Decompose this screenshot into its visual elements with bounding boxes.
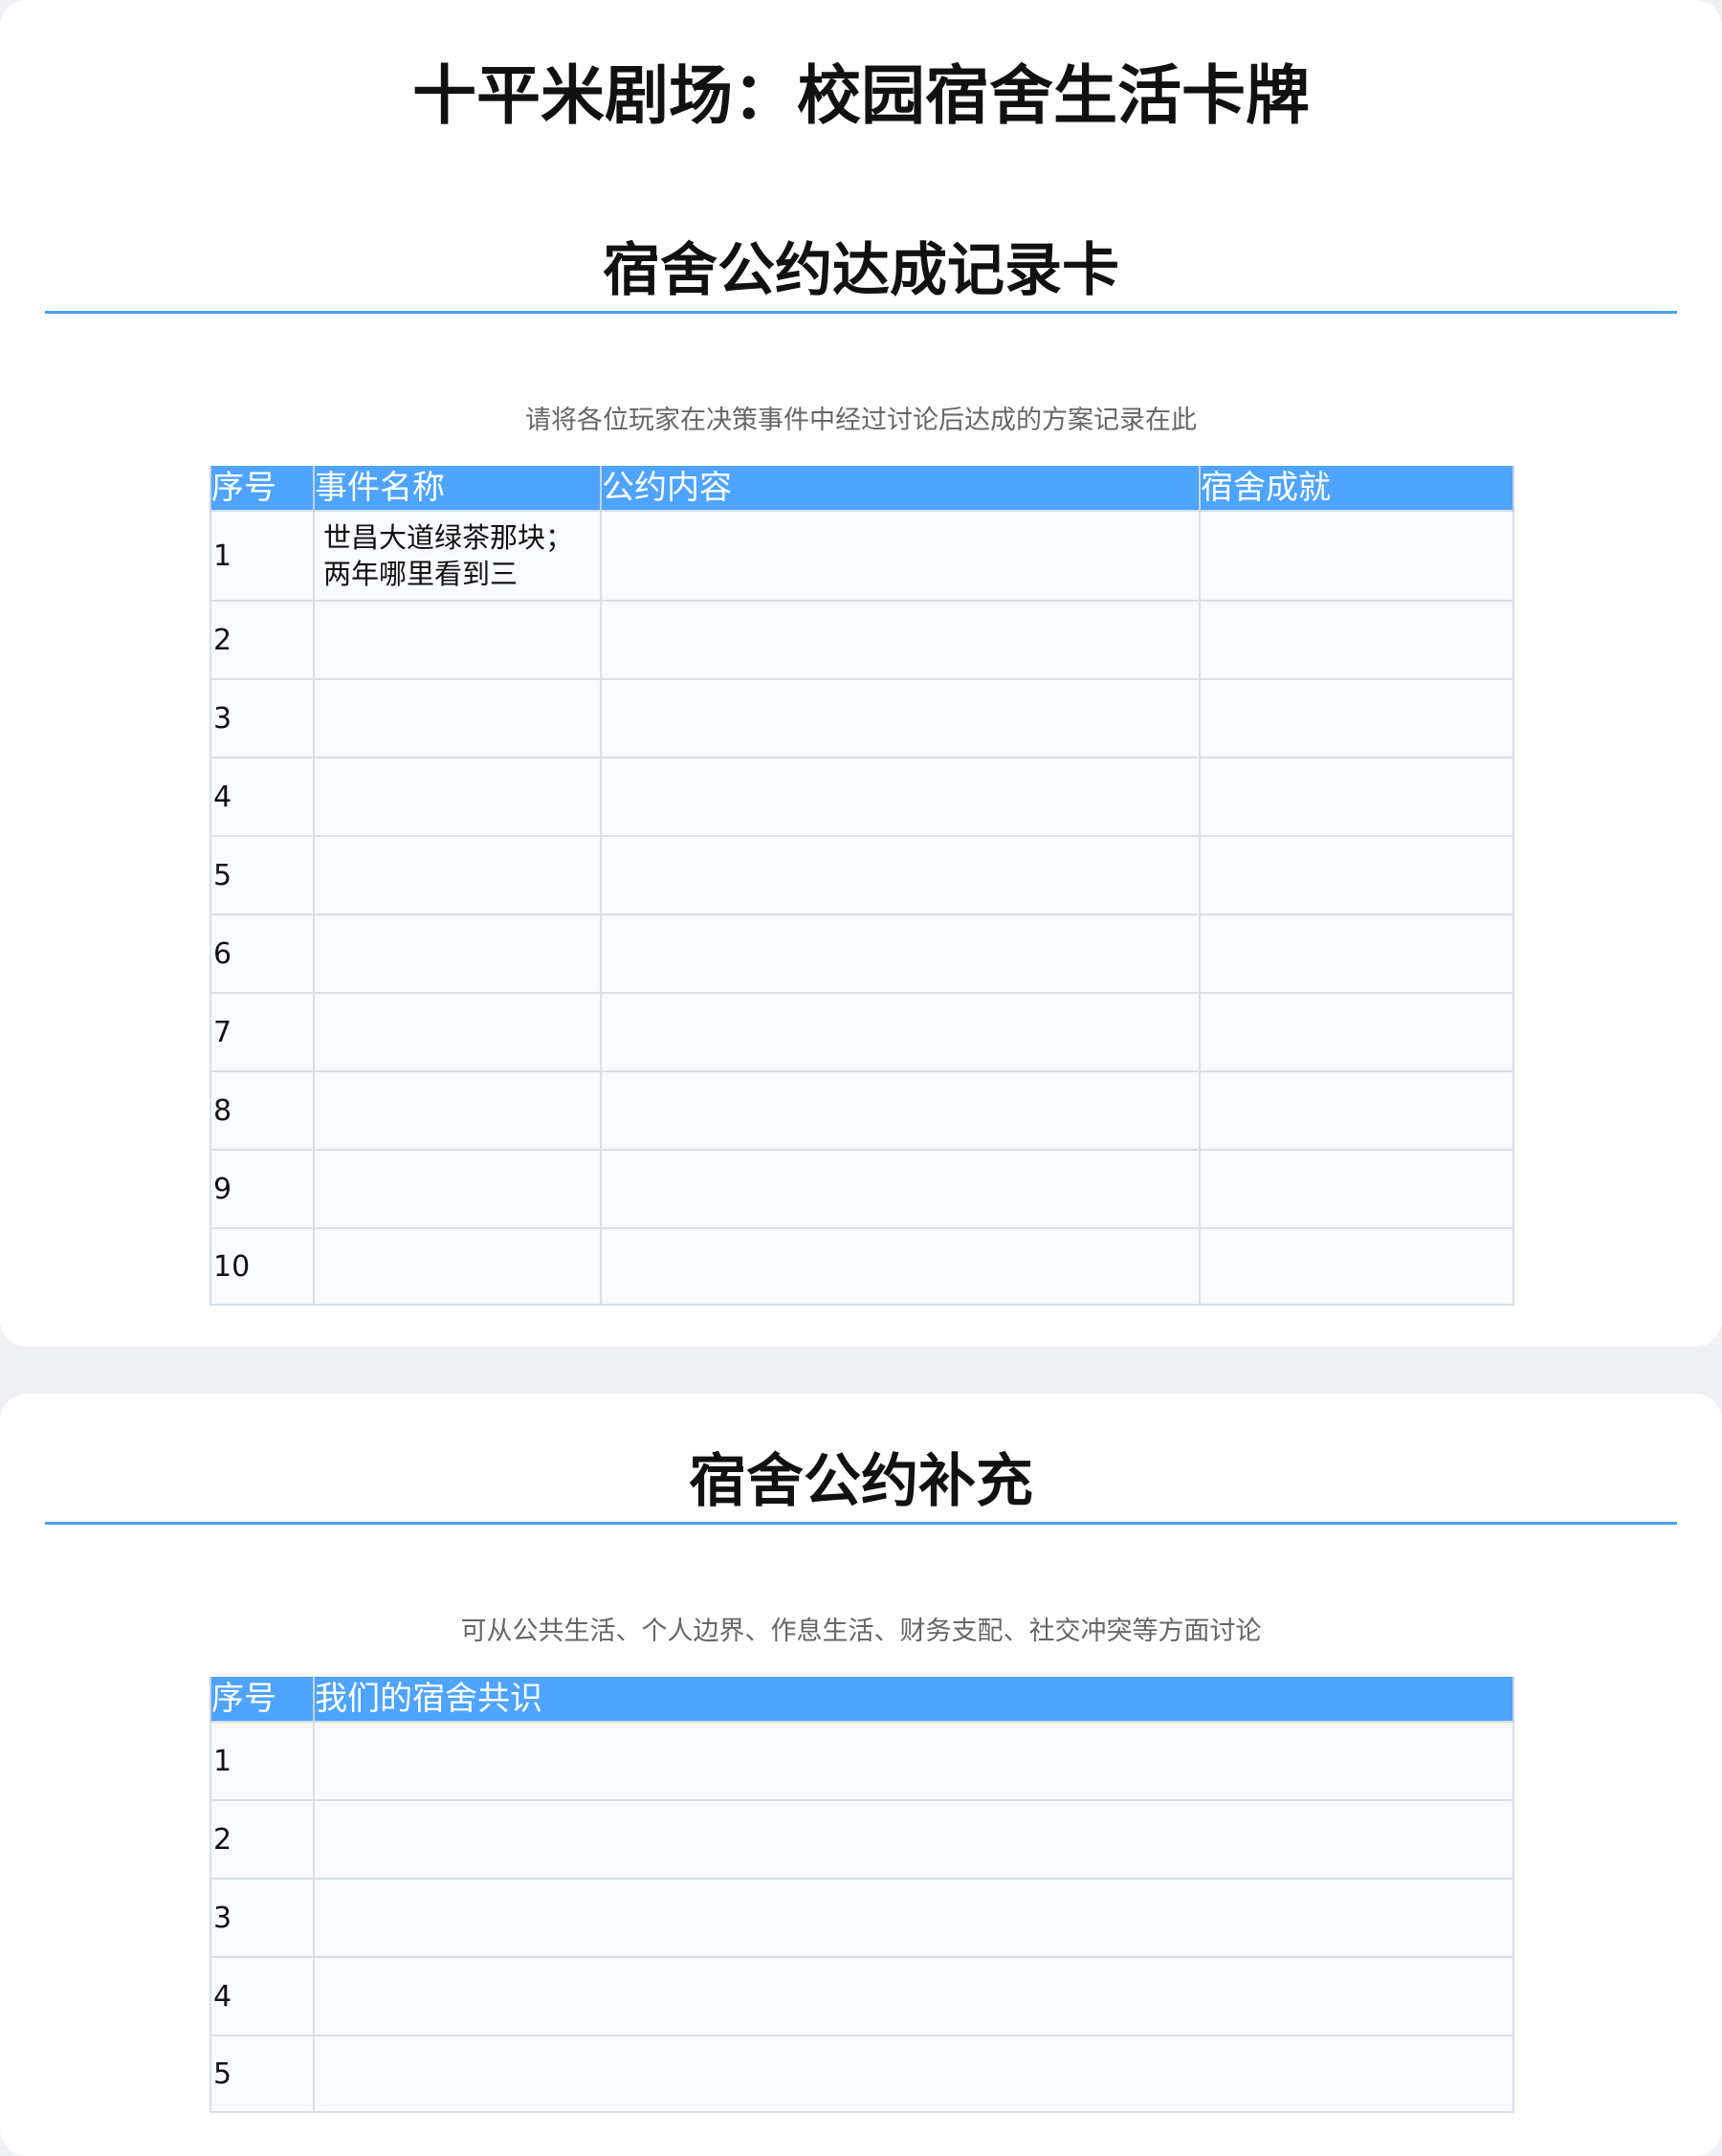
agreement-content-cell[interactable] xyxy=(600,510,1201,602)
agreement-content-cell[interactable] xyxy=(600,678,1201,759)
dorm-achievement-cell[interactable] xyxy=(1199,678,1514,759)
row-number: 9 xyxy=(210,1149,315,1229)
event-name-cell[interactable] xyxy=(313,1070,602,1151)
table-row: 6 xyxy=(210,913,1514,994)
agreement-content-cell[interactable] xyxy=(600,1149,1201,1229)
table-row: 4 xyxy=(210,757,1514,837)
column-header-agreement-content: 公约内容 xyxy=(600,466,1201,511)
event-name-cell[interactable] xyxy=(313,992,602,1072)
table-row: 3 xyxy=(210,678,1514,759)
table-row: 2 xyxy=(210,600,1514,680)
column-header-dorm-consensus: 我们的宿舍共识 xyxy=(313,1677,1514,1722)
event-name-cell[interactable] xyxy=(313,835,602,915)
dorm-achievement-cell[interactable] xyxy=(1199,835,1514,915)
row-number: 1 xyxy=(210,510,315,602)
consensus-cell[interactable] xyxy=(313,1878,1514,1958)
row-number: 4 xyxy=(210,757,315,837)
row-number: 3 xyxy=(210,1878,315,1958)
table-row: 3 xyxy=(210,1878,1514,1958)
row-number: 7 xyxy=(210,992,315,1072)
agreement-record-card: 十平米剧场：校园宿舍生活卡牌 宿舍公约达成记录卡 请将各位玩家在决策事件中经过讨… xyxy=(0,0,1722,1347)
row-number: 5 xyxy=(210,2035,315,2113)
dorm-achievement-cell[interactable] xyxy=(1199,600,1514,680)
column-header-event-name: 事件名称 xyxy=(313,466,602,511)
dorm-achievement-cell[interactable] xyxy=(1199,510,1514,602)
agreement-content-cell[interactable] xyxy=(600,913,1201,994)
row-number: 8 xyxy=(210,1070,315,1151)
dorm-achievement-cell[interactable] xyxy=(1199,1149,1514,1229)
consensus-cell[interactable] xyxy=(313,1799,1514,1880)
column-header-number: 序号 xyxy=(210,1677,315,1722)
event-name-cell[interactable] xyxy=(313,913,602,994)
row-number: 1 xyxy=(210,1721,315,1801)
section-divider xyxy=(45,311,1677,314)
section-title-agreement-supplement: 宿舍公约补充 xyxy=(689,1448,1033,1515)
agreement-content-cell[interactable] xyxy=(600,992,1201,1072)
table-row: 5 xyxy=(210,2035,1514,2113)
agreement-record-table: 序号 事件名称 公约内容 宿舍成就 1 世昌大道绿茶那块；两年哪里看到三 2 3 xyxy=(210,466,1514,1306)
dorm-achievement-cell[interactable] xyxy=(1199,1227,1514,1306)
table-row: 9 xyxy=(210,1149,1514,1229)
section-divider xyxy=(45,1522,1677,1525)
event-name-cell[interactable] xyxy=(313,1227,602,1306)
table-header-row: 序号 我们的宿舍共识 xyxy=(210,1677,1514,1722)
table-row: 4 xyxy=(210,1956,1514,2036)
consensus-cell[interactable] xyxy=(313,1956,1514,2036)
dorm-achievement-cell[interactable] xyxy=(1199,992,1514,1072)
event-name-cell[interactable] xyxy=(313,1149,602,1229)
section-subtitle: 可从公共生活、个人边界、作息生活、财务支配、社交冲突等方面讨论 xyxy=(460,1617,1262,1646)
consensus-cell[interactable] xyxy=(313,2035,1514,2113)
table-row: 5 xyxy=(210,835,1514,915)
row-number: 2 xyxy=(210,600,315,680)
agreement-content-cell[interactable] xyxy=(600,757,1201,837)
row-number: 3 xyxy=(210,678,315,759)
row-number: 10 xyxy=(210,1227,315,1306)
table-row: 10 xyxy=(210,1227,1514,1306)
dorm-consensus-table: 序号 我们的宿舍共识 1 2 3 4 5 xyxy=(210,1677,1514,2113)
column-header-dorm-achievement: 宿舍成就 xyxy=(1199,466,1514,511)
table-header-row: 序号 事件名称 公约内容 宿舍成就 xyxy=(210,466,1514,511)
dorm-achievement-cell[interactable] xyxy=(1199,913,1514,994)
event-name-cell[interactable] xyxy=(313,600,602,680)
agreement-content-cell[interactable] xyxy=(600,1227,1201,1306)
event-name-cell[interactable]: 世昌大道绿茶那块；两年哪里看到三 xyxy=(313,510,602,602)
row-number: 6 xyxy=(210,913,315,994)
row-number: 2 xyxy=(210,1799,315,1880)
table-row: 1 世昌大道绿茶那块；两年哪里看到三 xyxy=(210,510,1514,602)
agreement-content-cell[interactable] xyxy=(600,835,1201,915)
row-number: 5 xyxy=(210,835,315,915)
table-row: 1 xyxy=(210,1721,1514,1801)
page-title: 十平米剧场：校园宿舍生活卡牌 xyxy=(412,58,1310,133)
event-name-cell[interactable] xyxy=(313,678,602,759)
table-row: 2 xyxy=(210,1799,1514,1880)
section-title-agreement-record: 宿舍公约达成记录卡 xyxy=(603,237,1119,304)
agreement-content-cell[interactable] xyxy=(600,1070,1201,1151)
consensus-cell[interactable] xyxy=(313,1721,1514,1801)
table-row: 8 xyxy=(210,1070,1514,1151)
dorm-achievement-cell[interactable] xyxy=(1199,757,1514,837)
row-number: 4 xyxy=(210,1956,315,2036)
section-subtitle: 请将各位玩家在决策事件中经过讨论后达成的方案记录在此 xyxy=(525,406,1197,435)
table-row: 7 xyxy=(210,992,1514,1072)
agreement-content-cell[interactable] xyxy=(600,600,1201,680)
event-name-cell[interactable] xyxy=(313,757,602,837)
dorm-achievement-cell[interactable] xyxy=(1199,1070,1514,1151)
column-header-number: 序号 xyxy=(210,466,315,511)
